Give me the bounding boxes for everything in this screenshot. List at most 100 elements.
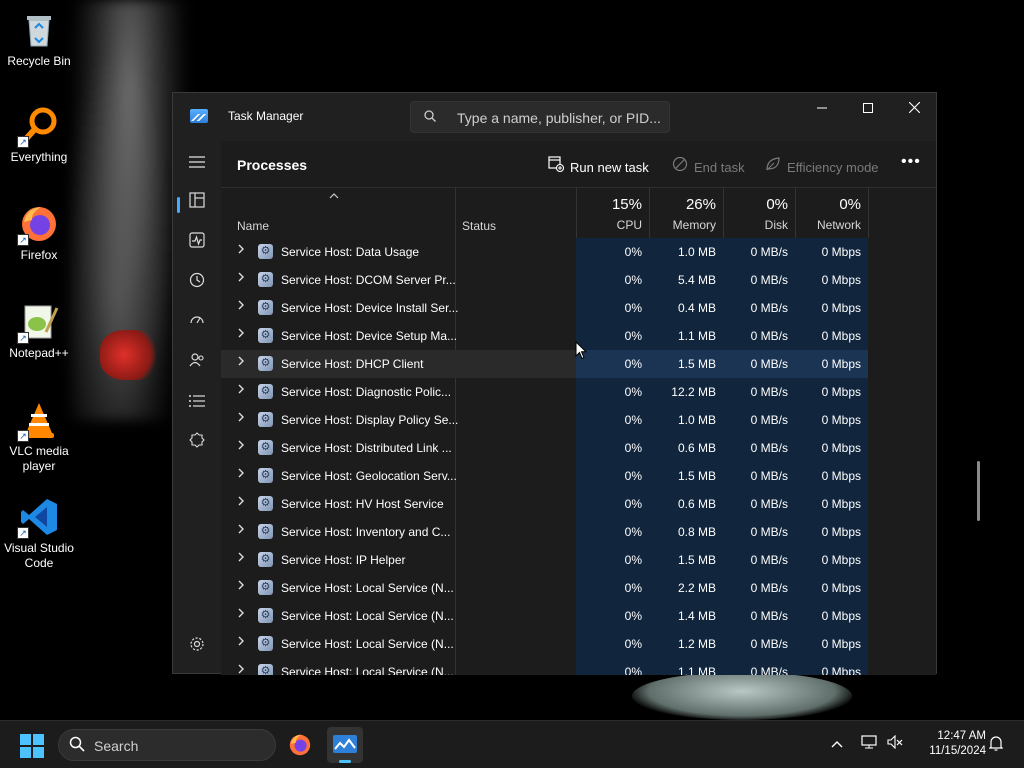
menu-icon[interactable] (177, 147, 217, 181)
chevron-right-icon[interactable] (237, 300, 249, 313)
process-row[interactable]: ⚙ Service Host: Inventory and C... 0% 0.8 M… (221, 518, 868, 546)
notification-bell-icon[interactable] (988, 735, 1004, 754)
maximize-button[interactable] (845, 93, 891, 123)
process-row[interactable]: ⚙ Service Host: DCOM Server Pr... 0% 5.4 MB… (221, 266, 868, 294)
process-row[interactable]: ⚙ Service Host: Distributed Link ... 0% 0.6… (221, 434, 868, 462)
chevron-right-icon[interactable] (237, 412, 249, 425)
close-button[interactable] (891, 93, 937, 123)
end-task-button[interactable]: End task (671, 156, 745, 175)
process-disk: 0 MB/s (723, 546, 795, 574)
chevron-right-icon[interactable] (237, 244, 249, 257)
chevron-right-icon[interactable] (237, 328, 249, 341)
clock-date: 11/15/2024 (929, 745, 986, 757)
chevron-right-icon[interactable] (237, 580, 249, 593)
process-disk: 0 MB/s (723, 630, 795, 658)
process-disk: 0 MB/s (723, 294, 795, 322)
chevron-right-icon[interactable] (237, 384, 249, 397)
disk-label: Disk (764, 218, 788, 232)
chevron-right-icon[interactable] (237, 272, 249, 285)
vertical-scrollbar[interactable] (977, 461, 980, 521)
process-row[interactable]: ⚙ Service Host: HV Host Service 0% 0.6 MB 0 … (221, 490, 868, 518)
chevron-right-icon[interactable] (237, 524, 249, 537)
processes-icon[interactable] (177, 187, 217, 221)
process-row[interactable]: ⚙ Service Host: Device Install Ser... 0% 0.… (221, 294, 868, 322)
settings-icon[interactable] (177, 631, 217, 665)
chevron-right-icon[interactable] (237, 356, 249, 369)
process-row[interactable]: ⚙ Service Host: Device Setup Ma... 0% 1.1 M… (221, 322, 868, 350)
chevron-right-icon[interactable] (237, 636, 249, 649)
start-button[interactable] (20, 734, 44, 758)
desktop-icon-everything[interactable]: ↗ Everything (0, 106, 78, 165)
process-row[interactable]: ⚙ Service Host: Data Usage 0% 1.0 MB 0 MB/s 0… (221, 238, 868, 266)
process-row[interactable]: ⚙ Service Host: Local Service (N... 0% 2.2 … (221, 574, 868, 602)
details-icon[interactable] (177, 387, 217, 421)
taskbar-firefox[interactable] (282, 727, 318, 763)
process-row[interactable]: ⚙ Service Host: DHCP Client 0% 1.5 MB 0 MB/s… (221, 350, 868, 378)
app-history-icon[interactable] (177, 267, 217, 301)
process-memory: 0.8 MB (649, 518, 723, 546)
desktop-icon-vlc[interactable]: ↗ VLC media player (0, 400, 78, 474)
taskbar-search[interactable]: Search (58, 729, 276, 761)
desktop-icon-firefox[interactable]: ↗ Firefox (0, 204, 78, 263)
chevron-right-icon[interactable] (237, 608, 249, 621)
clock[interactable]: 12:47 AM 11/15/2024 (914, 729, 986, 759)
process-memory: 1.1 MB (649, 322, 723, 350)
process-network: 0 Mbps (795, 574, 868, 602)
column-header-status[interactable]: Status (462, 188, 572, 238)
process-cpu: 0% (576, 518, 649, 546)
column-header-name[interactable]: Name (237, 188, 452, 238)
more-options-button[interactable]: ••• (901, 153, 921, 171)
process-memory: 1.5 MB (649, 546, 723, 574)
process-row[interactable]: ⚙ Service Host: Local Service (N... 0% 1.4 … (221, 602, 868, 630)
process-memory: 1.0 MB (649, 406, 723, 434)
process-row[interactable]: ⚙ Service Host: Diagnostic Polic... 0% 12.2… (221, 378, 868, 406)
chevron-right-icon[interactable] (237, 552, 249, 565)
process-row[interactable]: ⚙ Service Host: Local Service (N... 0% 1.2 … (221, 630, 868, 658)
chevron-right-icon[interactable] (237, 664, 249, 675)
chevron-right-icon[interactable] (237, 496, 249, 509)
desktop-icon-vscode[interactable]: ↗ Visual Studio Code (0, 497, 78, 571)
run-new-task-button[interactable]: Run new task (547, 156, 649, 175)
network-icon[interactable] (861, 735, 877, 752)
service-host-icon: ⚙ (258, 272, 273, 287)
process-disk: 0 MB/s (723, 490, 795, 518)
column-header-disk[interactable]: 0% Disk (723, 188, 795, 238)
process-disk: 0 MB/s (723, 266, 795, 294)
chevron-right-icon[interactable] (237, 440, 249, 453)
process-network: 0 Mbps (795, 546, 868, 574)
wallpaper-ember (100, 330, 160, 380)
search-icon (424, 110, 436, 125)
task-manager-icon (333, 735, 357, 753)
column-header-cpu[interactable]: 15% CPU (576, 188, 649, 238)
efficiency-mode-button[interactable]: Efficiency mode (764, 156, 879, 175)
desktop-icon-recycle-bin[interactable]: Recycle Bin (0, 10, 78, 69)
process-cpu: 0% (576, 490, 649, 518)
performance-icon[interactable] (177, 227, 217, 261)
users-icon[interactable] (177, 347, 217, 381)
process-network: 0 Mbps (795, 406, 868, 434)
toolbar: Processes Run new task End task Efficien… (221, 141, 936, 187)
process-row[interactable]: ⚙ Service Host: Local Service (N... 0% 1.1 … (221, 658, 868, 675)
services-icon[interactable] (177, 427, 217, 461)
process-cpu: 0% (576, 238, 649, 266)
column-status-label: Status (462, 219, 497, 233)
desktop-icon-notepadpp[interactable]: ↗ Notepad++ (0, 302, 78, 361)
process-memory: 0.6 MB (649, 490, 723, 518)
cpu-total: 15% (611, 196, 642, 213)
column-header-memory[interactable]: 26% Memory (649, 188, 723, 238)
title-bar[interactable]: Task Manager Type a name, publisher, or … (173, 93, 936, 141)
taskbar-task-manager[interactable] (327, 727, 363, 763)
process-memory: 2.2 MB (649, 574, 723, 602)
minimize-button[interactable] (799, 93, 845, 123)
process-row[interactable]: ⚙ Service Host: Display Policy Se... 0% 1.0… (221, 406, 868, 434)
column-header-network[interactable]: 0% Network (795, 188, 868, 238)
volume-muted-icon[interactable] (887, 734, 903, 752)
startup-apps-icon[interactable] (177, 307, 217, 341)
process-row[interactable]: ⚙ Service Host: IP Helper 0% 1.5 MB 0 MB/s 0 … (221, 546, 868, 574)
chevron-right-icon[interactable] (237, 468, 249, 481)
process-cpu: 0% (576, 602, 649, 630)
service-host-icon: ⚙ (258, 636, 273, 651)
process-row[interactable]: ⚙ Service Host: Geolocation Serv... 0% 1.5 … (221, 462, 868, 490)
search-box[interactable]: Type a name, publisher, or PID... (410, 101, 670, 133)
chevron-up-icon[interactable] (831, 735, 843, 751)
